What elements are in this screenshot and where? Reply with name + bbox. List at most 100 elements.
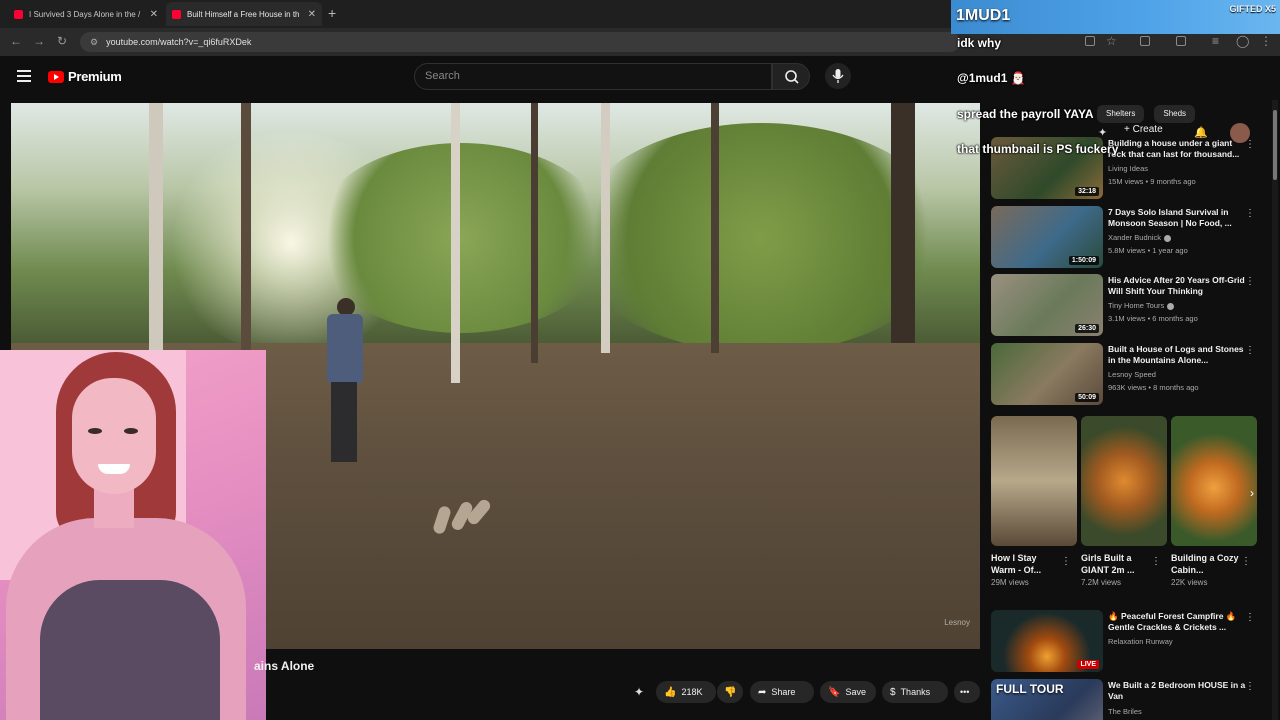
- video-thumbnail[interactable]: 1:50:09: [991, 206, 1103, 268]
- more-options-icon[interactable]: ⋮: [1061, 556, 1071, 567]
- duration-badge: 26:30: [1075, 324, 1099, 333]
- man-in-forest: [323, 298, 367, 473]
- birch-trunk: [601, 103, 610, 353]
- menu-dots-icon[interactable]: ⋮: [1260, 34, 1272, 48]
- browser-tab-active[interactable]: Built Himself a Free House in th ✕: [166, 2, 322, 26]
- face: [72, 378, 156, 494]
- video-thumbnail[interactable]: 50:09: [991, 343, 1103, 405]
- rec-channel: Lesnoy Speed: [1108, 370, 1156, 379]
- create-label: Create: [1132, 124, 1163, 135]
- voice-search-button[interactable]: [825, 63, 851, 89]
- more-actions-button[interactable]: •••: [954, 681, 980, 703]
- short-item[interactable]: Building a Cozy Cabin... 22K views ⋮: [1171, 416, 1257, 587]
- site-info-icon[interactable]: ⚙: [90, 37, 98, 48]
- short-item[interactable]: Girls Built a GIANT 2m ... 7.2M views ⋮: [1081, 416, 1167, 587]
- rec-channel: Living Ideas: [1108, 164, 1149, 173]
- new-tab-button[interactable]: +: [328, 5, 336, 21]
- forward-icon[interactable]: →: [33, 34, 45, 48]
- rec-channel: Xander Budnick: [1108, 233, 1171, 242]
- rec-channel: Relaxation Runway: [1108, 637, 1173, 646]
- recommendation-item[interactable]: 26:30 His Advice After 20 Years Off-Grid…: [991, 274, 1261, 336]
- url-text: youtube.com/watch?v=_qi6fuRXDek: [106, 37, 252, 47]
- thanks-button[interactable]: $ Thanks: [882, 681, 948, 703]
- tab-search-icon[interactable]: ≡: [1212, 34, 1219, 48]
- eye: [88, 428, 102, 434]
- reload-icon[interactable]: ↻: [57, 34, 67, 48]
- more-options-icon[interactable]: ⋮: [1241, 556, 1251, 567]
- short-item[interactable]: How I Stay Warm - Of... 29M views ⋮: [991, 416, 1077, 587]
- save-label: Save: [845, 687, 866, 697]
- rec-channel: Tiny Home Tours: [1108, 301, 1175, 310]
- create-button[interactable]: + Create: [1124, 124, 1163, 135]
- hamburger-menu-icon[interactable]: [17, 70, 31, 82]
- video-title: ains Alone: [254, 659, 315, 673]
- scrollbar-thumb[interactable]: [1273, 110, 1277, 180]
- search-button[interactable]: [772, 63, 810, 90]
- scrollbar-track[interactable]: [1272, 100, 1278, 720]
- related-filter-chips: Shelters Sheds: [1097, 105, 1196, 123]
- youtube-header: Premium Search ✦ + Create 🔔: [0, 56, 1280, 143]
- share-button[interactable]: ➦ Share: [750, 681, 814, 703]
- rec-title: 🔥 Peaceful Forest Campfire 🔥 Gentle Crac…: [1108, 611, 1237, 632]
- close-tab-icon[interactable]: ✕: [308, 9, 316, 20]
- shorts-next-arrow-icon[interactable]: ›: [1250, 486, 1254, 500]
- rec-meta: 5.8M views • 1 year ago: [1108, 246, 1188, 255]
- bookmark-star-icon[interactable]: ☆: [1106, 34, 1117, 48]
- search-input[interactable]: Search: [414, 63, 772, 90]
- more-options-icon[interactable]: ⋮: [1245, 612, 1255, 623]
- sidepanel-icon[interactable]: [1176, 36, 1186, 46]
- video-thumbnail[interactable]: FULL TOUR: [991, 679, 1103, 720]
- recommendation-item[interactable]: FULL TOUR We Built a 2 Bedroom HOUSE in …: [991, 679, 1261, 720]
- extensions-icon[interactable]: [1140, 36, 1150, 46]
- more-options-icon[interactable]: ⋮: [1245, 208, 1255, 219]
- sponsorblock-icon[interactable]: ✦: [634, 685, 644, 699]
- more-options-icon[interactable]: ⋮: [1245, 681, 1255, 692]
- chat-message: spread the payroll YAYA: [957, 107, 1094, 121]
- more-options-icon[interactable]: ⋮: [1245, 139, 1255, 150]
- short-thumbnail[interactable]: [1171, 416, 1257, 546]
- short-thumbnail[interactable]: [1081, 416, 1167, 546]
- profile-icon[interactable]: ◯: [1236, 34, 1249, 48]
- like-button[interactable]: 👍 218K: [656, 681, 716, 703]
- dislike-button[interactable]: 👎: [717, 681, 743, 703]
- chip-shelters[interactable]: Shelters: [1097, 105, 1145, 123]
- tank-top: [40, 580, 220, 720]
- tree-trunk: [711, 103, 719, 353]
- browser-tab[interactable]: I Survived 3 Days Alone in the / ✕: [8, 2, 164, 26]
- streamer-webcam: [0, 350, 266, 720]
- video-thumbnail[interactable]: LIVE: [991, 610, 1103, 672]
- recommendation-item[interactable]: 50:09 Built a House of Logs and Stones i…: [991, 343, 1261, 405]
- more-options-icon[interactable]: ⋮: [1151, 556, 1161, 567]
- recommendation-item[interactable]: 1:50:09 7 Days Solo Island Survival in M…: [991, 206, 1261, 268]
- recommendation-item[interactable]: LIVE 🔥 Peaceful Forest Campfire 🔥 Gentle…: [991, 610, 1261, 672]
- verified-badge-icon: [1167, 302, 1175, 310]
- share-arrow-icon: ➦: [758, 686, 767, 698]
- short-title: Girls Built a GIANT 2m ...: [1081, 553, 1135, 575]
- install-icon[interactable]: [1085, 36, 1095, 46]
- more-options-icon[interactable]: ⋮: [1245, 345, 1255, 356]
- screen: I Survived 3 Days Alone in the / ✕ Built…: [0, 0, 1280, 720]
- like-count: 218K: [681, 687, 703, 697]
- thumbs-up-icon: 👍: [664, 686, 677, 698]
- chat-message: @1mud1 🎅🏻: [957, 71, 1026, 85]
- chip-sheds[interactable]: Sheds: [1154, 105, 1196, 123]
- plus-icon: +: [1124, 124, 1133, 135]
- video-thumbnail[interactable]: 26:30: [991, 274, 1103, 336]
- tab-title: Built Himself a Free House in th: [187, 9, 300, 19]
- short-thumbnail[interactable]: [991, 416, 1077, 546]
- tab-title: I Survived 3 Days Alone in the /: [29, 9, 141, 19]
- address-bar[interactable]: ⚙ youtube.com/watch?v=_qi6fuRXDek: [80, 32, 960, 52]
- close-tab-icon[interactable]: ✕: [150, 9, 158, 20]
- youtube-premium-logo[interactable]: Premium: [48, 69, 122, 84]
- duration-badge: 50:09: [1075, 393, 1099, 402]
- rec-title: Building a house under a giant rock that…: [1108, 138, 1240, 159]
- thanks-label: Thanks: [900, 687, 931, 697]
- save-button[interactable]: 🔖 Save: [820, 681, 876, 703]
- back-icon[interactable]: ←: [10, 34, 22, 48]
- alert-username: 1MUD1: [956, 7, 1011, 24]
- more-options-icon[interactable]: ⋮: [1245, 276, 1255, 287]
- microphone-icon: [832, 69, 844, 83]
- alert-gift-badge: GIFTED X5: [1229, 4, 1276, 14]
- tree-trunk: [531, 103, 538, 363]
- short-views: 29M views: [991, 578, 1029, 587]
